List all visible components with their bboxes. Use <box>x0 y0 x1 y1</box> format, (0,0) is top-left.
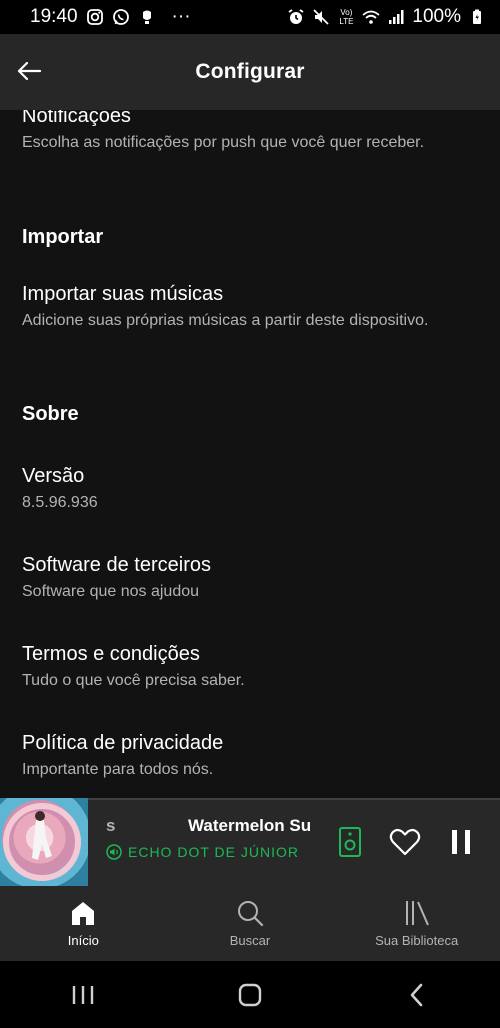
settings-item-notifications[interactable]: Notificações Escolha as notificações por… <box>22 110 462 154</box>
mini-player-info[interactable]: s Watermelon Su ECHO DOT DE JÚNIOR <box>106 816 321 870</box>
device-indicator: ECHO DOT DE JÚNIOR <box>106 844 321 860</box>
battery-percent: 100% <box>412 6 461 27</box>
status-time: 19:40 <box>30 6 78 27</box>
settings-item-title: Termos e condições <box>22 643 200 665</box>
page-title: Configurar <box>195 60 305 83</box>
settings-item-subtitle: Software que nos ajudou <box>22 583 200 600</box>
speaker-icon <box>106 844 122 860</box>
settings-list[interactable]: Notificações Escolha as notificações por… <box>0 110 500 798</box>
nav-item-library[interactable]: Sua Biblioteca <box>333 886 500 961</box>
status-bar: 19:40 ··· Vo) LTE 100% <box>0 0 500 34</box>
heart-icon[interactable] <box>387 824 423 860</box>
settings-item-terms[interactable]: Termos e condições Tudo o que você preci… <box>22 642 462 692</box>
instagram-icon <box>86 8 104 26</box>
settings-item-subtitle: 8.5.96.936 <box>22 494 98 511</box>
library-icon <box>405 901 429 926</box>
nav-item-search[interactable]: Buscar <box>167 886 334 961</box>
section-title-import: Importar <box>22 226 104 248</box>
battery-icon <box>468 8 486 26</box>
pause-icon[interactable] <box>443 822 479 862</box>
system-nav <box>0 961 500 1028</box>
wifi-icon <box>362 8 380 26</box>
back-icon[interactable] <box>387 970 447 1020</box>
settings-item-title: Importar suas músicas <box>22 283 224 305</box>
settings-item-import-music[interactable]: Importar suas músicas Adicione suas próp… <box>22 282 462 332</box>
home-icon <box>72 902 95 925</box>
track-title-prefix: s <box>106 816 116 835</box>
recent-apps-icon[interactable] <box>53 970 113 1020</box>
nav-label: Buscar <box>229 933 271 948</box>
settings-item-title: Notificações <box>22 110 131 127</box>
album-art[interactable] <box>0 798 88 886</box>
more-notifications-icon: ··· <box>171 6 191 27</box>
app-header: Configurar <box>0 34 500 110</box>
section-title-about: Sobre <box>22 403 79 425</box>
settings-item-subtitle: Tudo o que você precisa saber. <box>22 672 245 689</box>
back-arrow-icon[interactable] <box>14 56 44 86</box>
signal-icon <box>387 8 405 26</box>
whatsapp-icon <box>112 8 130 26</box>
mini-player[interactable]: s Watermelon Su ECHO DOT DE JÚNIOR <box>0 798 500 886</box>
settings-item-title: Versão <box>22 465 85 487</box>
settings-item-title: Software de terceiros <box>22 554 211 576</box>
settings-item-privacy[interactable]: Política de privacidade Importante para … <box>22 731 462 781</box>
bottom-nav: Início Buscar Sua Biblioteca <box>0 886 500 961</box>
settings-item-subtitle: Adicione suas próprias músicas a partir … <box>22 312 429 329</box>
alarm-icon <box>287 8 305 26</box>
home-button-icon[interactable] <box>220 970 280 1020</box>
settings-item-subtitle: Importante para todos nós. <box>22 761 214 778</box>
nav-item-home[interactable]: Início <box>0 886 167 961</box>
settings-item-third-party[interactable]: Software de terceiros Software que nos a… <box>22 553 462 603</box>
device-name: ECHO DOT DE JÚNIOR <box>128 844 299 860</box>
nav-label: Início <box>67 933 99 948</box>
nav-label: Sua Biblioteca <box>375 933 459 948</box>
connect-device-icon[interactable] <box>336 824 364 860</box>
mute-icon <box>312 8 330 26</box>
volte-icon: Vo) LTE <box>339 8 354 26</box>
settings-item-title: Política de privacidade <box>22 732 224 754</box>
notification-icon <box>138 8 156 26</box>
settings-item-subtitle: Escolha as notificações por push que voc… <box>22 134 425 151</box>
search-icon <box>238 901 264 927</box>
settings-item-version[interactable]: Versão 8.5.96.936 <box>22 464 462 514</box>
track-title: Watermelon Su <box>188 816 312 835</box>
